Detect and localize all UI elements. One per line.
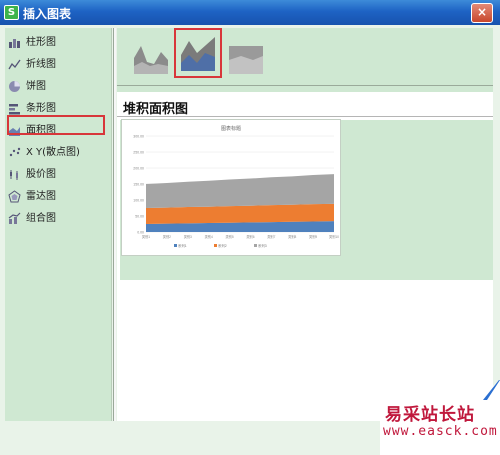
app-icon: S: [4, 5, 19, 20]
sidebar-item[interactable]: 折线图: [8, 57, 104, 73]
chart-preview[interactable]: 图表标题 0.00 50.00 100.00 150.00 200.00 250.00 300…: [121, 119, 341, 256]
chart-title: 图表标题: [221, 125, 241, 132]
watermark-corner-mark: [477, 380, 500, 400]
legend-swatch: [254, 244, 257, 247]
panel-divider[interactable]: [113, 28, 116, 421]
legend-label: 系列3: [258, 243, 267, 248]
subtype-strip: [117, 28, 493, 86]
area-series-3: [146, 174, 334, 208]
subtype-area-thumbnail[interactable]: [132, 36, 170, 76]
y-tick-label: 250.00: [133, 151, 144, 155]
sidebar-item[interactable]: 股价图: [8, 167, 104, 183]
x-tick-label: 类别1: [142, 234, 150, 239]
y-tick-label: 0.00: [137, 231, 144, 235]
close-button[interactable]: ×: [471, 3, 493, 23]
chart-preview-panel: 堆积面积图 图表标题 0.00 50.00 100.00 150.00 200.00 250…: [117, 28, 493, 421]
radar-chart-icon: [8, 190, 21, 203]
pie-chart-icon: [9, 81, 20, 92]
y-tick-label: 50.00: [135, 215, 144, 219]
sidebar-item-label: 折线图: [26, 59, 56, 70]
legend-label: 系列2: [218, 243, 227, 248]
heading-underline: [117, 116, 493, 117]
sidebar-item-label: 饼图: [26, 81, 46, 92]
sidebar-item[interactable]: 饼图: [8, 79, 104, 95]
stock-chart-icon: [10, 170, 18, 180]
separator-band: [117, 86, 493, 92]
subtype-percent-stacked-area-thumbnail[interactable]: [227, 36, 265, 76]
sidebar-item-label: 雷达图: [26, 191, 56, 202]
x-tick-label: 类别8: [288, 234, 296, 239]
column-chart-icon: [9, 39, 20, 48]
stacked-area-chart: 图表标题 0.00 50.00 100.00 150.00 200.00 250.00 300…: [133, 125, 339, 248]
sidebar-item[interactable]: 柱形图: [8, 35, 104, 51]
legend-swatch: [214, 244, 217, 247]
sidebar-item[interactable]: 组合图: [8, 211, 104, 227]
sidebar-item[interactable]: X Y(散点图): [8, 145, 104, 161]
legend-label: 系列1: [178, 243, 187, 248]
y-tick-label: 100.00: [133, 199, 144, 203]
scatter-chart-icon: [9, 147, 21, 157]
x-tick-label: 类别3: [184, 234, 192, 239]
subtype-stacked-area-thumbnail[interactable]: [179, 33, 217, 73]
x-tick-label: 类别6: [246, 234, 254, 239]
x-tick-label: 类别5: [225, 234, 233, 239]
x-tick-label: 类别9: [309, 234, 317, 239]
watermark-title: 易采站长站: [385, 405, 475, 425]
sidebar-item[interactable]: 雷达图: [8, 189, 104, 205]
x-tick-label: 类别7: [267, 234, 275, 239]
combo-chart-icon: [8, 212, 21, 224]
window-title: 插入图表: [23, 7, 72, 21]
selected-highlight: [7, 115, 105, 135]
sidebar-item-label: X Y(散点图): [26, 147, 80, 158]
subtype-heading: 堆积面积图: [123, 102, 189, 117]
watermark-url: www.easck.com: [383, 424, 498, 439]
sidebar-item-label: 组合图: [26, 213, 56, 224]
x-tick-label: 类别4: [205, 234, 213, 239]
sidebar-item-label: 柱形图: [26, 37, 56, 48]
y-tick-label: 150.00: [133, 183, 144, 187]
sidebar-item-label: 股价图: [26, 169, 56, 180]
x-tick-label: 类别10: [329, 234, 339, 239]
legend-swatch: [174, 244, 177, 247]
y-tick-label: 200.00: [133, 167, 144, 171]
x-tick-label: 类别2: [163, 234, 171, 239]
line-chart-icon: [8, 59, 21, 70]
title-bar: S 插入图表 ×: [0, 0, 500, 25]
right-edge: [493, 28, 495, 421]
bar-chart-icon: [9, 104, 20, 115]
y-tick-label: 300.00: [133, 135, 144, 139]
